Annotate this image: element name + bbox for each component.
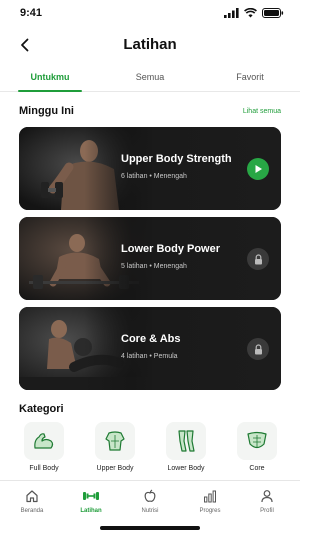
nav-label: Profil: [260, 508, 274, 514]
lock-icon: [254, 253, 262, 264]
nav-label: Latihan: [80, 508, 102, 514]
workout-card-core-abs[interactable]: Core & Abs 4 latihan • Pemula: [19, 307, 281, 390]
dumbbell-icon: [83, 492, 99, 500]
weekly-section-header: Minggu Ini Lihat semua: [19, 105, 281, 121]
status-bar: 9:41: [0, 0, 300, 26]
wifi-icon: [244, 8, 257, 18]
torso-icon: [105, 431, 125, 451]
home-icon: [26, 490, 38, 503]
category-list: Full Body Upper Body Lower Body Core: [14, 422, 286, 474]
flexed-arm-icon: [34, 433, 54, 449]
see-all-link[interactable]: Lihat semua: [243, 108, 281, 115]
nav-progres[interactable]: Progres: [180, 487, 240, 517]
play-icon: [255, 165, 262, 173]
legs-icon: [178, 430, 195, 452]
category-label: Lower Body: [167, 465, 205, 472]
battery-icon: [262, 8, 284, 18]
bottom-nav: Beranda Latihan Nutrisi Progres Profil: [0, 480, 300, 533]
signal-icon: [224, 8, 239, 18]
status-time: 9:41: [20, 7, 43, 19]
bar-chart-icon: [204, 490, 217, 503]
category-core[interactable]: Core: [227, 422, 287, 472]
tab-untukmu[interactable]: Untukmu: [0, 64, 100, 92]
category-icon-box: [95, 422, 135, 460]
category-icon-box: [166, 422, 206, 460]
category-icon-box: [237, 422, 277, 460]
status-icons: [224, 8, 284, 18]
card-overlay: [19, 127, 281, 210]
category-icon-box: [24, 422, 64, 460]
workout-card-upper-body[interactable]: Upper Body Strength 6 latihan • Menengah: [19, 127, 281, 210]
lock-icon: [254, 343, 262, 354]
workout-meta: 4 latihan • Pemula: [121, 353, 178, 360]
tab-semua[interactable]: Semua: [100, 64, 200, 91]
category-label: Full Body: [29, 465, 59, 472]
locked-badge: [247, 338, 269, 360]
nav-nutrisi[interactable]: Nutrisi: [120, 487, 180, 517]
category-label: Core: [249, 465, 265, 472]
play-button[interactable]: [247, 158, 269, 180]
nav-label: Progres: [199, 508, 221, 514]
workout-card-lower-body[interactable]: Lower Body Power 5 latihan • Menengah: [19, 217, 281, 300]
workout-meta: 5 latihan • Menengah: [121, 263, 187, 270]
card-overlay: [19, 217, 281, 300]
nav-label: Nutrisi: [141, 508, 159, 514]
abs-icon: [247, 431, 267, 449]
page-title: Latihan: [123, 36, 177, 53]
locked-badge: [247, 248, 269, 270]
home-indicator: [100, 526, 200, 530]
nav-label: Beranda: [20, 508, 44, 514]
weekly-section-title: Minggu Ini: [19, 105, 74, 117]
category-lower-body[interactable]: Lower Body: [156, 422, 216, 472]
tab-bar: Untukmu Semua Favorit: [0, 64, 300, 92]
nav-latihan[interactable]: Latihan: [61, 487, 121, 517]
nav-beranda[interactable]: Beranda: [2, 487, 62, 517]
workout-title: Lower Body Power: [121, 243, 221, 255]
apple-icon: [144, 489, 156, 502]
workout-title: Upper Body Strength: [121, 153, 232, 165]
category-full-body[interactable]: Full Body: [14, 422, 74, 472]
category-section-title: Kategori: [19, 403, 64, 415]
nav-profil[interactable]: Profil: [237, 487, 297, 517]
user-icon: [261, 490, 273, 503]
workout-title: Core & Abs: [121, 333, 181, 345]
header: Latihan: [0, 28, 300, 62]
category-upper-body[interactable]: Upper Body: [85, 422, 145, 472]
category-label: Upper Body: [96, 465, 134, 472]
card-overlay: [19, 307, 281, 390]
workout-meta: 6 latihan • Menengah: [121, 173, 187, 180]
tab-favorit[interactable]: Favorit: [200, 64, 300, 91]
